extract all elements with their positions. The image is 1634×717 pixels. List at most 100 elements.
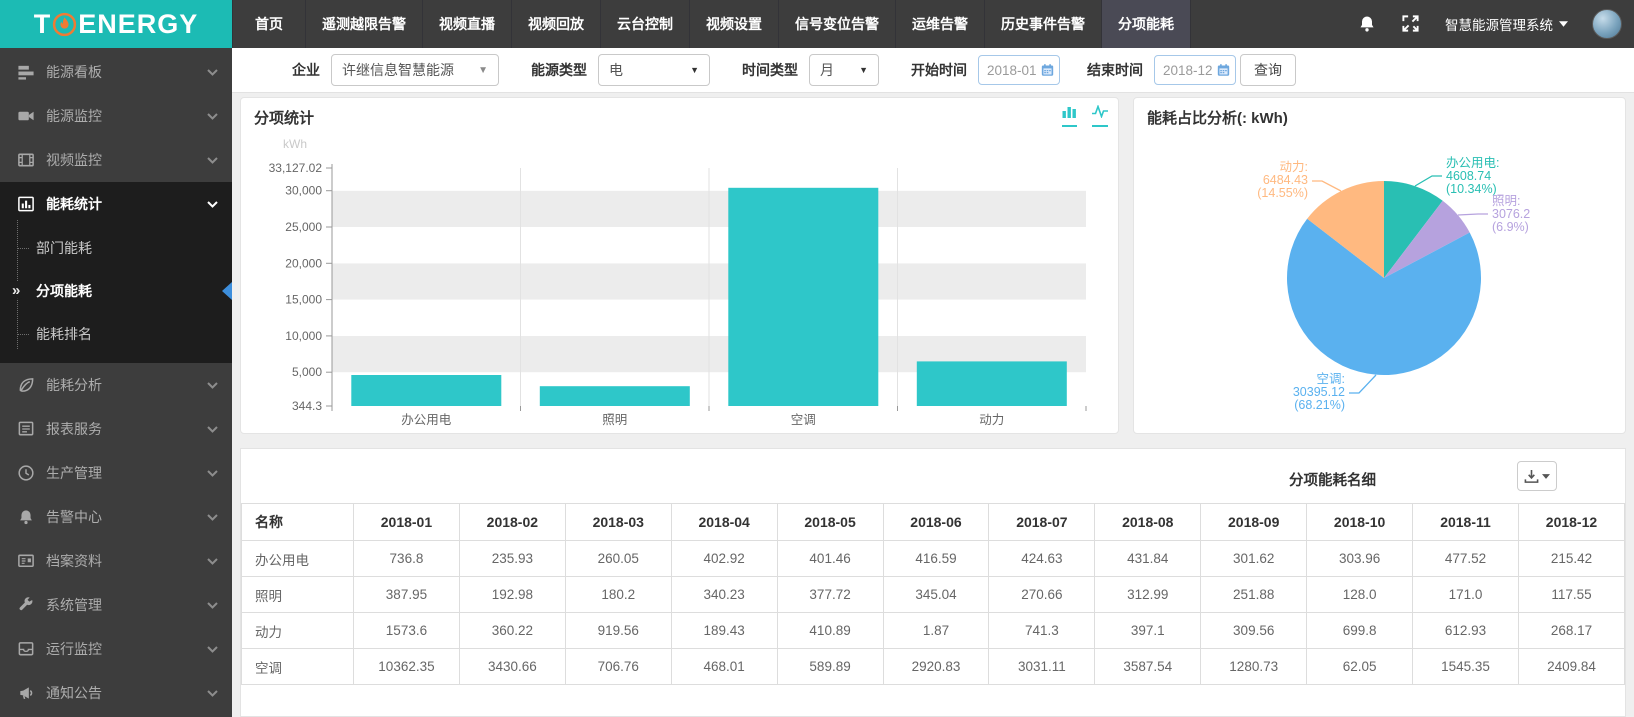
chevron-down-icon: ▼	[690, 65, 699, 75]
active-item-marker-icon: »	[10, 281, 22, 298]
start-date-picker[interactable]	[978, 55, 1060, 85]
export-button[interactable]	[1517, 461, 1557, 491]
value-cell: 10362.35	[354, 649, 460, 685]
top-tab[interactable]: 信号变位告警	[779, 0, 896, 48]
filter-bar: 企业 许继信息智慧能源 ▼ 能源类型 电 ▼ 时间类型 月 ▼ 开始时间 结束时…	[232, 48, 1634, 93]
value-cell: 268.17	[1518, 613, 1624, 649]
top-tabs: 首页遥测越限告警视频直播视频回放云台控制视频设置信号变位告警运维告警历史事件告警…	[232, 0, 1191, 48]
table-column-header: 2018-01	[354, 504, 460, 541]
svg-text:25,000: 25,000	[285, 220, 322, 234]
notification-bell-icon[interactable]	[1357, 14, 1377, 34]
sidebar-group-label: 能耗统计	[46, 194, 207, 214]
table-column-header: 2018-11	[1413, 504, 1519, 541]
detail-table-header: 分项能耗名细	[241, 449, 1625, 503]
top-tab[interactable]: 云台控制	[601, 0, 690, 48]
sidebar-group-board[interactable]: 能源看板	[0, 50, 232, 94]
leaf-icon	[17, 376, 35, 394]
sidebar-group-report[interactable]: 报表服务	[0, 407, 232, 451]
sidebar-subitem[interactable]: 能耗排名	[0, 312, 232, 355]
chevron-down-icon	[207, 470, 218, 477]
sidebar-group-film[interactable]: 视频监控	[0, 138, 232, 182]
sidebar-group-camera[interactable]: 能源监控	[0, 94, 232, 138]
sidebar-group-leaf[interactable]: 能耗分析	[0, 363, 232, 407]
chart-icon	[17, 195, 35, 213]
fullscreen-icon[interactable]	[1401, 14, 1421, 34]
start-date-input[interactable]	[987, 63, 1041, 78]
value-cell: 741.3	[989, 613, 1095, 649]
end-time-label: 结束时间	[1087, 60, 1143, 80]
sidebar-group-drawer[interactable]: 运行监控	[0, 627, 232, 671]
svg-text:动力: 动力	[979, 413, 1004, 427]
value-cell: 397.1	[1095, 613, 1201, 649]
film-icon	[17, 151, 35, 169]
value-cell: 251.88	[1201, 577, 1307, 613]
pie-label-0: 办公用电:4608.74(10.34%)	[1446, 155, 1499, 196]
sidebar-group-horn[interactable]: 通知公告	[0, 671, 232, 715]
energy-type-label: 能源类型	[531, 60, 587, 80]
sidebar-group-bell[interactable]: 告警中心	[0, 495, 232, 539]
value-cell: 1280.73	[1201, 649, 1307, 685]
pie-label-3: 动力:6484.43(14.55%)	[1257, 160, 1308, 200]
sidebar-group-label: 能源看板	[46, 62, 207, 82]
svg-text:空调: 空调	[791, 413, 816, 427]
sidebar-subitem[interactable]: 部门能耗	[0, 226, 232, 269]
value-cell: 1.87	[883, 613, 989, 649]
table-column-header: 2018-02	[459, 504, 565, 541]
end-date-picker[interactable]	[1154, 55, 1236, 85]
end-date-input[interactable]	[1163, 63, 1217, 78]
system-name-dropdown[interactable]: 智慧能源管理系统	[1445, 14, 1568, 34]
sidebar-group-chart[interactable]: 能耗统计	[0, 182, 232, 226]
sidebar-group-card[interactable]: 档案资料	[0, 539, 232, 583]
value-cell: 2920.83	[883, 649, 989, 685]
value-cell: 387.95	[354, 577, 460, 613]
value-cell: 468.01	[671, 649, 777, 685]
tree-stub	[18, 334, 29, 335]
top-tab[interactable]: 首页	[232, 0, 306, 48]
sidebar-group-clock[interactable]: 生产管理	[0, 451, 232, 495]
sidebar-group-label: 生产管理	[46, 463, 207, 483]
svg-text:15,000: 15,000	[285, 293, 322, 307]
value-cell: 3031.11	[989, 649, 1095, 685]
value-cell: 180.2	[565, 577, 671, 613]
sidebar-subitem[interactable]: »分项能耗	[0, 269, 232, 312]
bell-icon	[17, 508, 35, 526]
chevron-down-icon	[207, 157, 218, 164]
value-cell: 1545.35	[1413, 649, 1519, 685]
top-tab[interactable]: 视频回放	[512, 0, 601, 48]
top-tab[interactable]: 视频设置	[690, 0, 779, 48]
top-tab[interactable]: 视频直播	[423, 0, 512, 48]
top-tab[interactable]: 历史事件告警	[985, 0, 1102, 48]
user-avatar[interactable]	[1592, 9, 1622, 39]
value-cell: 117.55	[1518, 577, 1624, 613]
value-cell: 189.43	[671, 613, 777, 649]
chevron-down-icon: ▼	[478, 65, 488, 76]
value-cell: 270.66	[989, 577, 1095, 613]
clock-icon	[17, 464, 35, 482]
detail-table-card: 分项能耗名细 名称2018-012018-022018-032018-04201…	[240, 448, 1626, 717]
logo-text-prefix: T	[34, 9, 52, 40]
svg-text:20,000: 20,000	[285, 256, 322, 270]
query-button[interactable]: 查询	[1240, 54, 1296, 86]
top-tab[interactable]: 运维告警	[896, 0, 985, 48]
value-cell: 477.52	[1413, 541, 1519, 577]
time-type-select[interactable]: 月 ▼	[809, 54, 879, 86]
value-cell: 301.62	[1201, 541, 1307, 577]
magictype-bar-icon[interactable]	[1062, 105, 1077, 127]
company-select[interactable]: 许继信息智慧能源 ▼	[331, 54, 499, 86]
value-cell: 128.0	[1307, 577, 1413, 613]
top-tab[interactable]: 分项能耗	[1102, 0, 1191, 48]
energy-type-select[interactable]: 电 ▼	[598, 54, 710, 86]
row-name-cell: 动力	[242, 613, 354, 649]
magictype-line-icon[interactable]	[1092, 105, 1108, 127]
sidebar-group-wrench[interactable]: 系统管理	[0, 583, 232, 627]
chevron-down-icon	[207, 201, 218, 208]
chevron-down-icon	[207, 646, 218, 653]
value-cell: 919.56	[565, 613, 671, 649]
sidebar-subitem-label: 部门能耗	[36, 238, 92, 258]
active-item-arrow-icon	[222, 282, 232, 300]
content: 分项统计 344.35,00010,00015,00020,00025,0003…	[232, 93, 1634, 717]
top-tab[interactable]: 遥测越限告警	[306, 0, 423, 48]
bar-1	[540, 386, 690, 406]
calendar-icon	[1217, 63, 1230, 77]
pie-label-1: 照明:3076.2(6.9%)	[1492, 194, 1530, 234]
